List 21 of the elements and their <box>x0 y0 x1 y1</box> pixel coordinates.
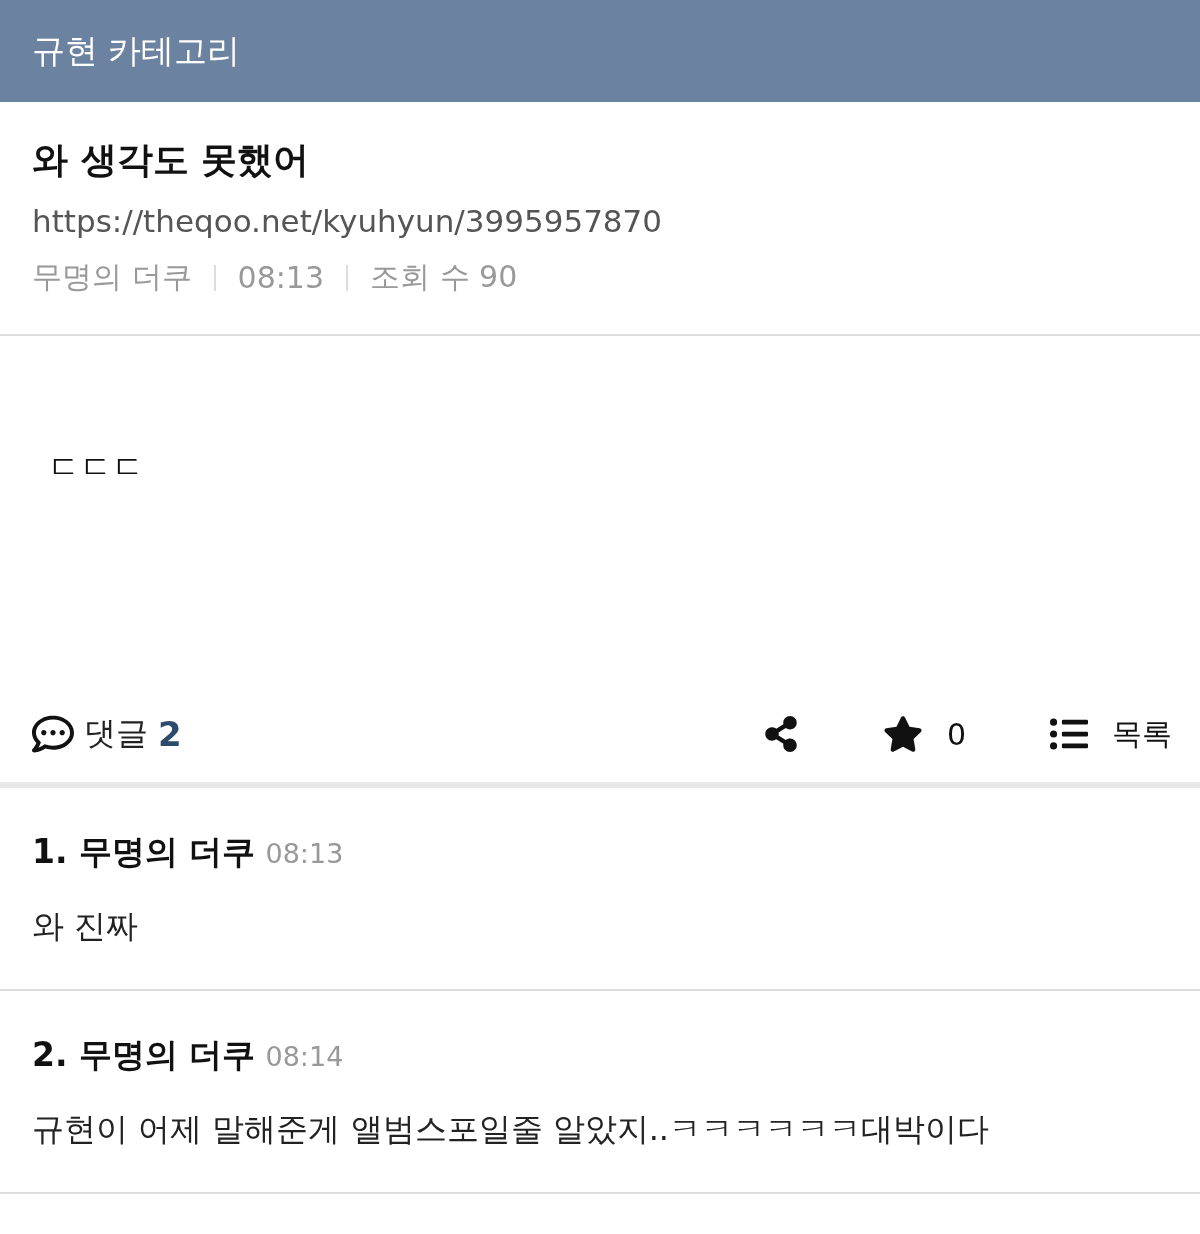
comment-author: 2. 무명의 더쿠 <box>32 1034 256 1076</box>
post-meta: 조회 수 90 <box>370 258 518 296</box>
post-body: ㄷㄷㄷ <box>48 448 144 486</box>
comment-text: 와 진짜 <box>32 906 140 947</box>
list-button[interactable]: 목록 <box>1050 713 1172 755</box>
post-url: https://theqoo.net/kyuhyun/3995957870 <box>32 203 663 239</box>
star-button[interactable]: 0 <box>882 714 966 754</box>
comments-count: 2 <box>158 714 182 754</box>
comment-time: 08:13 <box>265 838 344 869</box>
post-meta: 무명의 더쿠 <box>32 258 192 296</box>
star-icon <box>882 714 923 754</box>
post-title: 와 생각도 못했어 <box>32 138 310 182</box>
comment-text: 규현이 어제 말해준게 앨범스포일줄 알았지..ㅋㅋㅋㅋㅋㅋ대박이다 <box>32 1109 991 1150</box>
comments-label: 댓글 <box>84 713 148 754</box>
comment-time: 08:14 <box>265 1041 344 1072</box>
category-title: 규현 카테고리 <box>32 29 241 72</box>
post-meta: 08:13 <box>237 260 324 295</box>
comment-author: 1. 무명의 더쿠 <box>32 831 256 873</box>
share-icon <box>762 716 799 752</box>
comment-icon <box>32 713 74 755</box>
share-button[interactable] <box>762 716 799 752</box>
